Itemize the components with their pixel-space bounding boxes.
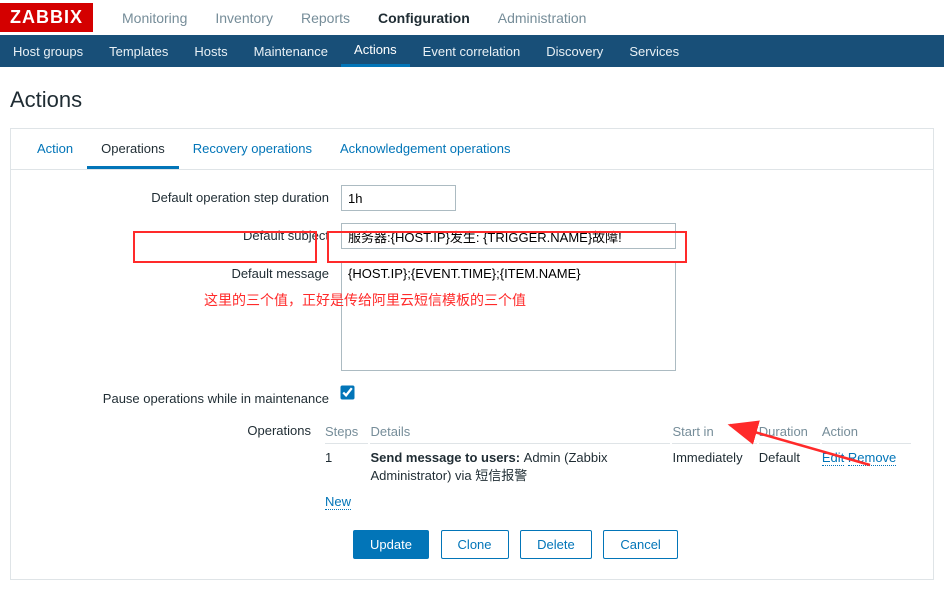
ops-cell-steps: 1 — [325, 446, 368, 488]
ops-edit-link[interactable]: Edit — [822, 450, 844, 466]
ops-th-steps: Steps — [325, 420, 368, 444]
tab-action[interactable]: Action — [23, 129, 87, 169]
ops-new-link[interactable]: New — [325, 494, 351, 510]
delete-button[interactable]: Delete — [520, 530, 592, 559]
subnav-eventcorrelation[interactable]: Event correlation — [410, 35, 534, 67]
subnav-services[interactable]: Services — [616, 35, 692, 67]
operations-label: Operations — [31, 418, 323, 515]
topnav-reports[interactable]: Reports — [287, 2, 364, 34]
subnav-hostgroups[interactable]: Host groups — [0, 35, 96, 67]
ops-th-action: Action — [822, 420, 911, 444]
message-label: Default message — [31, 261, 341, 374]
pause-label: Pause operations while in maintenance — [31, 386, 341, 406]
sub-nav: Host groups Templates Hosts Maintenance … — [0, 35, 944, 67]
operations-table: Steps Details Start in Duration Action 1… — [323, 418, 913, 515]
topnav-administration[interactable]: Administration — [484, 2, 601, 34]
ops-cell-duration: Default — [759, 446, 820, 488]
brand-logo: ZABBIX — [0, 3, 93, 32]
subject-input[interactable] — [341, 223, 676, 249]
tabs: Action Operations Recovery operations Ac… — [11, 129, 933, 170]
subject-label: Default subject — [31, 223, 341, 249]
ops-th-duration: Duration — [759, 420, 820, 444]
ops-remove-link[interactable]: Remove — [848, 450, 896, 466]
clone-button[interactable]: Clone — [441, 530, 509, 559]
cancel-button[interactable]: Cancel — [603, 530, 677, 559]
pause-checkbox[interactable] — [340, 385, 354, 399]
subnav-hosts[interactable]: Hosts — [181, 35, 240, 67]
topnav-inventory[interactable]: Inventory — [201, 2, 287, 34]
subnav-discovery[interactable]: Discovery — [533, 35, 616, 67]
tab-recovery[interactable]: Recovery operations — [179, 129, 326, 169]
ops-th-details: Details — [370, 420, 670, 444]
top-bar: ZABBIX Monitoring Inventory Reports Conf… — [0, 0, 944, 35]
top-nav: Monitoring Inventory Reports Configurati… — [108, 2, 600, 34]
subnav-maintenance[interactable]: Maintenance — [241, 35, 341, 67]
button-row: Update Clone Delete Cancel — [353, 530, 913, 559]
subnav-actions[interactable]: Actions — [341, 35, 410, 67]
duration-input[interactable] — [341, 185, 456, 211]
ops-cell-details: Send message to users: Admin (Zabbix Adm… — [370, 446, 670, 488]
topnav-configuration[interactable]: Configuration — [364, 2, 484, 34]
annotation-note: 这里的三个值，正好是传给阿里云短信模板的三个值 — [204, 290, 526, 310]
ops-th-startin: Start in — [672, 420, 756, 444]
message-textarea[interactable]: {HOST.IP};{EVENT.TIME};{ITEM.NAME} — [341, 261, 676, 371]
subnav-templates[interactable]: Templates — [96, 35, 181, 67]
tab-operations[interactable]: Operations — [87, 129, 179, 169]
tab-ack[interactable]: Acknowledgement operations — [326, 129, 525, 169]
duration-label: Default operation step duration — [31, 185, 341, 211]
topnav-monitoring[interactable]: Monitoring — [108, 2, 201, 34]
content-box: Action Operations Recovery operations Ac… — [10, 128, 934, 580]
ops-cell-startin: Immediately — [672, 446, 756, 488]
update-button[interactable]: Update — [353, 530, 429, 559]
page-title: Actions — [10, 77, 934, 128]
table-row: 1 Send message to users: Admin (Zabbix A… — [325, 446, 911, 488]
